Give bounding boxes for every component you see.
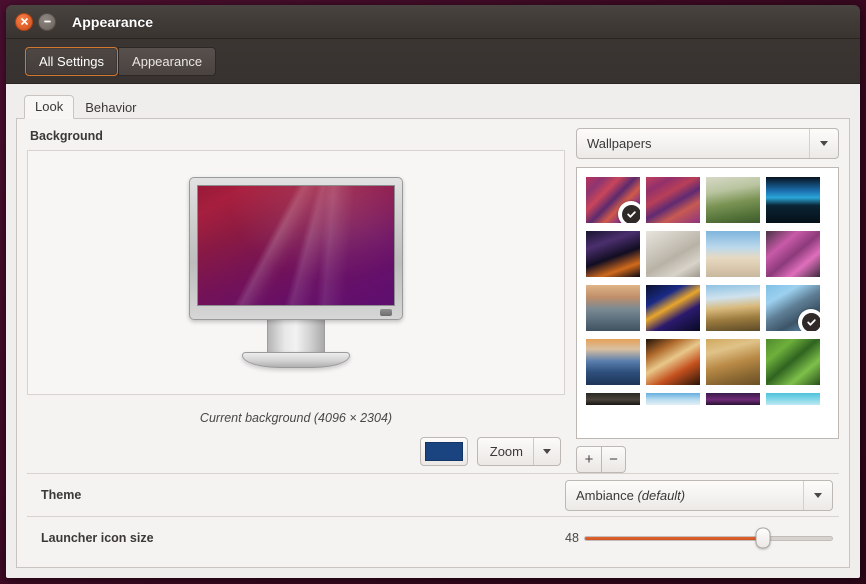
wallpaper-thumbnail[interactable] bbox=[586, 231, 640, 277]
wallpaper-thumbnail[interactable] bbox=[586, 285, 640, 331]
tab-behavior[interactable]: Behavior bbox=[74, 96, 147, 119]
add-wallpaper-button[interactable]: + bbox=[576, 446, 601, 473]
wallpaper-thumbnail[interactable] bbox=[646, 339, 700, 385]
close-icon[interactable] bbox=[15, 12, 33, 31]
wallpaper-thumbnail[interactable] bbox=[586, 339, 640, 385]
wallpaper-thumbnail[interactable] bbox=[706, 231, 760, 277]
background-area: Background Current background (4096 × 23… bbox=[27, 128, 839, 473]
wallpaper-thumbnail[interactable] bbox=[646, 177, 700, 223]
tab-look[interactable]: Look bbox=[24, 95, 75, 119]
wallpaper-thumbnail[interactable] bbox=[766, 285, 820, 331]
slider-fill bbox=[584, 536, 763, 540]
zoom-button-label: Zoom bbox=[489, 444, 523, 459]
wallpaper-thumbnail[interactable] bbox=[586, 177, 640, 223]
launcher-icon-size-label: Launcher icon size bbox=[41, 531, 154, 545]
chevron-down-icon bbox=[810, 141, 838, 146]
wallpaper-source-label: Wallpapers bbox=[587, 136, 652, 151]
wallpaper-thumbnail[interactable] bbox=[766, 339, 820, 385]
wallpaper-grid-scrollarea[interactable] bbox=[576, 167, 839, 439]
background-left-column: Background Current background (4096 × 23… bbox=[27, 128, 565, 473]
theme-dropdown[interactable]: Ambiance (default) bbox=[565, 479, 833, 511]
color-swatch-fill bbox=[424, 442, 463, 461]
wallpaper-thumbnail[interactable] bbox=[766, 393, 820, 405]
wallpaper-grid bbox=[577, 168, 838, 405]
wallpaper-thumbnail[interactable] bbox=[646, 393, 700, 405]
wallpaper-thumbnail[interactable] bbox=[766, 177, 820, 223]
wallpaper-thumbnail[interactable] bbox=[706, 339, 760, 385]
theme-row: Theme Ambiance (default) bbox=[27, 473, 839, 516]
zoom-dropdown-button[interactable]: Zoom bbox=[476, 437, 561, 466]
launcher-icon-size-value: 48 bbox=[565, 531, 579, 545]
background-caption: Current background (4096 × 2304) bbox=[199, 411, 393, 425]
look-tab-panel: Background Current background (4096 × 23… bbox=[16, 119, 850, 568]
window-body: Look Behavior Background Current backgro… bbox=[6, 84, 860, 578]
wallpaper-thumbnail[interactable] bbox=[586, 393, 640, 405]
wallpaper-picker: Wallpapers + − bbox=[576, 128, 839, 473]
wallpaper-thumbnail[interactable] bbox=[766, 231, 820, 277]
wallpaper-thumbnail[interactable] bbox=[646, 285, 700, 331]
appearance-button[interactable]: Appearance bbox=[118, 46, 217, 76]
launcher-icon-size-slider[interactable]: 48 bbox=[565, 527, 833, 549]
monitor-screen-wallpaper bbox=[197, 185, 395, 306]
theme-value: Ambiance bbox=[576, 487, 634, 503]
tabstrip: Look Behavior bbox=[16, 94, 850, 119]
selected-check-icon bbox=[618, 201, 640, 223]
background-section-title: Background bbox=[30, 129, 103, 143]
selected-check-icon bbox=[798, 309, 820, 331]
all-settings-button[interactable]: All Settings bbox=[25, 46, 119, 76]
chevron-down-icon bbox=[804, 492, 832, 498]
background-preview bbox=[27, 150, 565, 395]
wallpaper-thumbnail[interactable] bbox=[646, 231, 700, 277]
monitor-preview-icon bbox=[189, 177, 403, 368]
wallpaper-thumbnail[interactable] bbox=[706, 177, 760, 223]
wallpaper-source-dropdown[interactable]: Wallpapers bbox=[576, 128, 839, 159]
minimize-icon[interactable] bbox=[38, 12, 56, 31]
wallpaper-thumbnail[interactable] bbox=[706, 393, 760, 405]
slider-knob[interactable] bbox=[755, 527, 771, 549]
wallpaper-add-remove-row: + − bbox=[576, 446, 839, 473]
window-toolbar: All Settings Appearance bbox=[6, 39, 860, 84]
appearance-window: Appearance All Settings Appearance Look … bbox=[6, 5, 860, 578]
monitor-power-led-icon bbox=[380, 309, 392, 316]
background-buttons-row: Zoom bbox=[27, 437, 565, 466]
wallpaper-thumbnail[interactable] bbox=[706, 285, 760, 331]
background-color-swatch[interactable] bbox=[419, 437, 468, 466]
chevron-down-icon bbox=[534, 449, 560, 454]
launcher-icon-size-row: Launcher icon size 48 bbox=[27, 516, 839, 559]
theme-label: Theme bbox=[41, 488, 82, 502]
remove-wallpaper-button[interactable]: − bbox=[601, 446, 626, 473]
window-titlebar: Appearance bbox=[6, 5, 860, 39]
window-title: Appearance bbox=[72, 13, 154, 30]
theme-value-note: (default) bbox=[637, 487, 686, 503]
slider-track[interactable] bbox=[583, 527, 833, 549]
settings-nav-group: All Settings Appearance bbox=[25, 46, 217, 76]
